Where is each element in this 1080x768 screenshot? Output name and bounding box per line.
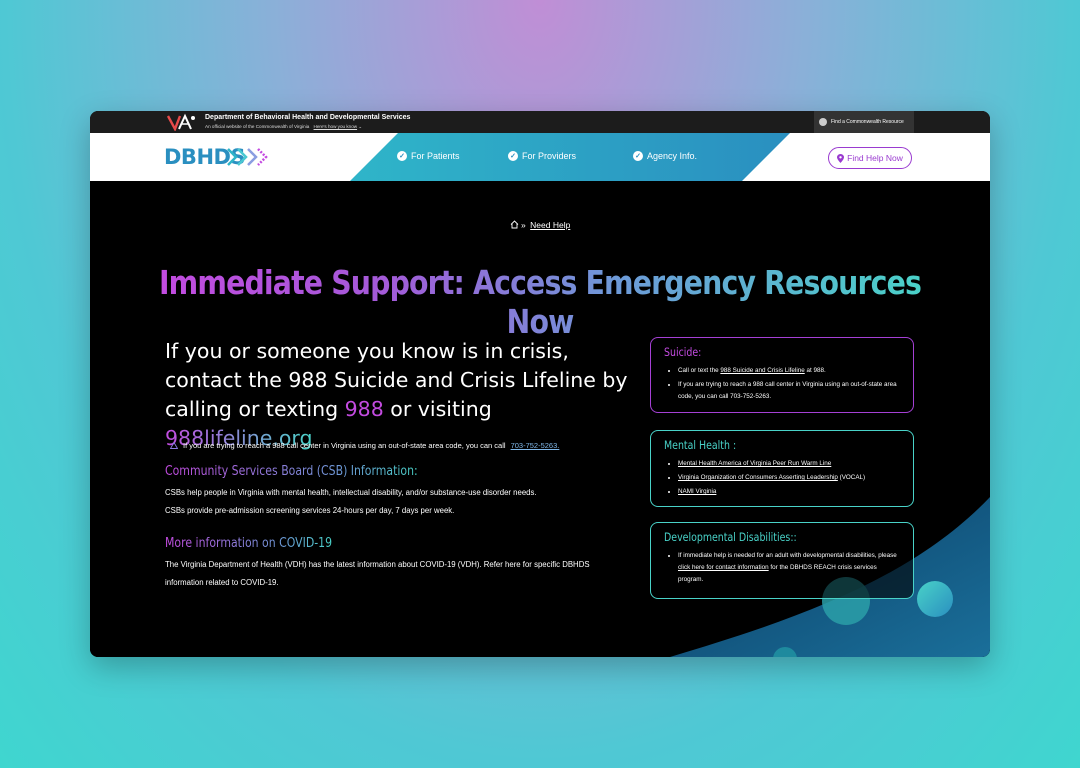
- heres-how-link[interactable]: Here's how you know: [314, 124, 358, 129]
- out-of-state-note: If you are trying to reach a 988 call ce…: [170, 441, 559, 450]
- suicide-bullet-2: If you are trying to reach a 988 call ce…: [678, 379, 900, 403]
- developmental-disabilities-card: Developmental Disabilities:: If immediat…: [650, 522, 914, 599]
- suicide-card-title: Suicide:: [664, 345, 702, 359]
- logo-arrows-icon: [227, 148, 268, 166]
- nav-label: Agency Info.: [647, 151, 698, 161]
- nav-agency-info[interactable]: ✓ Agency Info.: [633, 151, 697, 161]
- page-title: Immediate Support: Access Emergency Reso…: [153, 263, 927, 341]
- find-help-now-button[interactable]: Find Help Now: [828, 147, 912, 169]
- crisis-number: 988: [344, 397, 384, 421]
- main-content: » Need Help Immediate Support: Access Em…: [90, 181, 990, 657]
- agency-name: Department of Behavioral Health and Deve…: [205, 114, 411, 121]
- breadcrumb: » Need Help: [90, 220, 990, 230]
- suicide-card: Suicide: Call or text the 988 Suicide an…: [650, 337, 914, 413]
- find-help-label: Find Help Now: [847, 153, 903, 163]
- globe-icon: [819, 118, 827, 126]
- dev-text-a: If immediate help is needed for an adult…: [678, 552, 897, 559]
- contact-info-link[interactable]: click here for contact information: [678, 564, 769, 571]
- check-icon: ✓: [397, 151, 407, 161]
- out-of-state-text: If you are trying to reach a 988 call ce…: [183, 441, 506, 450]
- covid-text-1: The Virginia Department of Health (VDH) …: [165, 560, 590, 569]
- resource-button-label: Find a Commonwealth Resource: [831, 119, 904, 125]
- check-icon: ✓: [508, 151, 518, 161]
- list-item: NAMI Virginia: [678, 486, 900, 498]
- breadcrumb-need-help[interactable]: Need Help: [530, 220, 570, 230]
- nav-for-patients[interactable]: ✓ For Patients: [397, 151, 460, 161]
- nav-label: For Patients: [411, 151, 460, 161]
- csb-text-2: CSBs provide pre-admission screening ser…: [165, 506, 455, 515]
- suicide-bullet-1-text: Call or text the: [678, 367, 719, 374]
- chevron-down-icon: ⌄: [358, 124, 363, 129]
- nav-for-providers[interactable]: ✓ For Providers: [508, 151, 576, 161]
- main-nav: DBHDS ✓ For Patients ✓ For Providers ✓ A…: [90, 133, 990, 181]
- lifeline-card-link[interactable]: 988 Suicide and Crisis Lifeline: [720, 367, 804, 374]
- mha-warm-line-link[interactable]: Mental Health America of Virginia Peer R…: [678, 460, 831, 467]
- official-site-note: An official website of the Commonwealth …: [205, 124, 362, 130]
- covid-text-2: information related to COVID-19.: [165, 578, 279, 587]
- list-item: Virginia Organization of Consumers Asser…: [678, 472, 900, 484]
- bubble-2: [917, 581, 953, 617]
- vocal-abbr: (VOCAL): [839, 474, 866, 481]
- covid-heading: More information on COVID-19: [165, 536, 333, 551]
- crisis-mid-text: or visiting: [390, 397, 492, 421]
- virginia-logo-icon: [166, 113, 195, 131]
- crisis-message: If you or someone you know is in crisis,…: [165, 337, 635, 453]
- csb-text-1: CSBs help people in Virginia with mental…: [165, 488, 537, 497]
- mental-health-card: Mental Health : Mental Health America of…: [650, 430, 914, 507]
- map-pin-icon: [837, 153, 845, 163]
- mental-health-card-title: Mental Health :: [664, 438, 737, 452]
- csb-heading: Community Services Board (CSB) Informati…: [165, 464, 418, 479]
- warning-icon: [170, 442, 178, 449]
- suicide-bullet-1-end: at 988.: [806, 367, 826, 374]
- browser-frame: Department of Behavioral Health and Deve…: [90, 111, 990, 657]
- check-icon: ✓: [633, 151, 643, 161]
- nami-virginia-link[interactable]: NAMI Virginia: [678, 488, 716, 495]
- breadcrumb-separator: »: [521, 220, 526, 230]
- commonwealth-resource-button[interactable]: Find a Commonwealth Resource: [814, 111, 914, 133]
- list-item: Mental Health America of Virginia Peer R…: [678, 458, 900, 470]
- suicide-bullet-1: Call or text the 988 Suicide and Crisis …: [678, 365, 900, 377]
- nav-label: For Providers: [522, 151, 577, 161]
- home-icon[interactable]: [510, 220, 519, 229]
- vocal-link[interactable]: Virginia Organization of Consumers Asser…: [678, 474, 838, 481]
- list-item: If immediate help is needed for an adult…: [678, 550, 900, 586]
- gov-banner: Department of Behavioral Health and Deve…: [90, 111, 990, 133]
- official-site-text: An official website of the Commonwealth …: [205, 124, 310, 129]
- out-of-state-phone-link[interactable]: 703-752-5263.: [511, 441, 560, 450]
- dev-card-title: Developmental Disabilities::: [664, 530, 797, 544]
